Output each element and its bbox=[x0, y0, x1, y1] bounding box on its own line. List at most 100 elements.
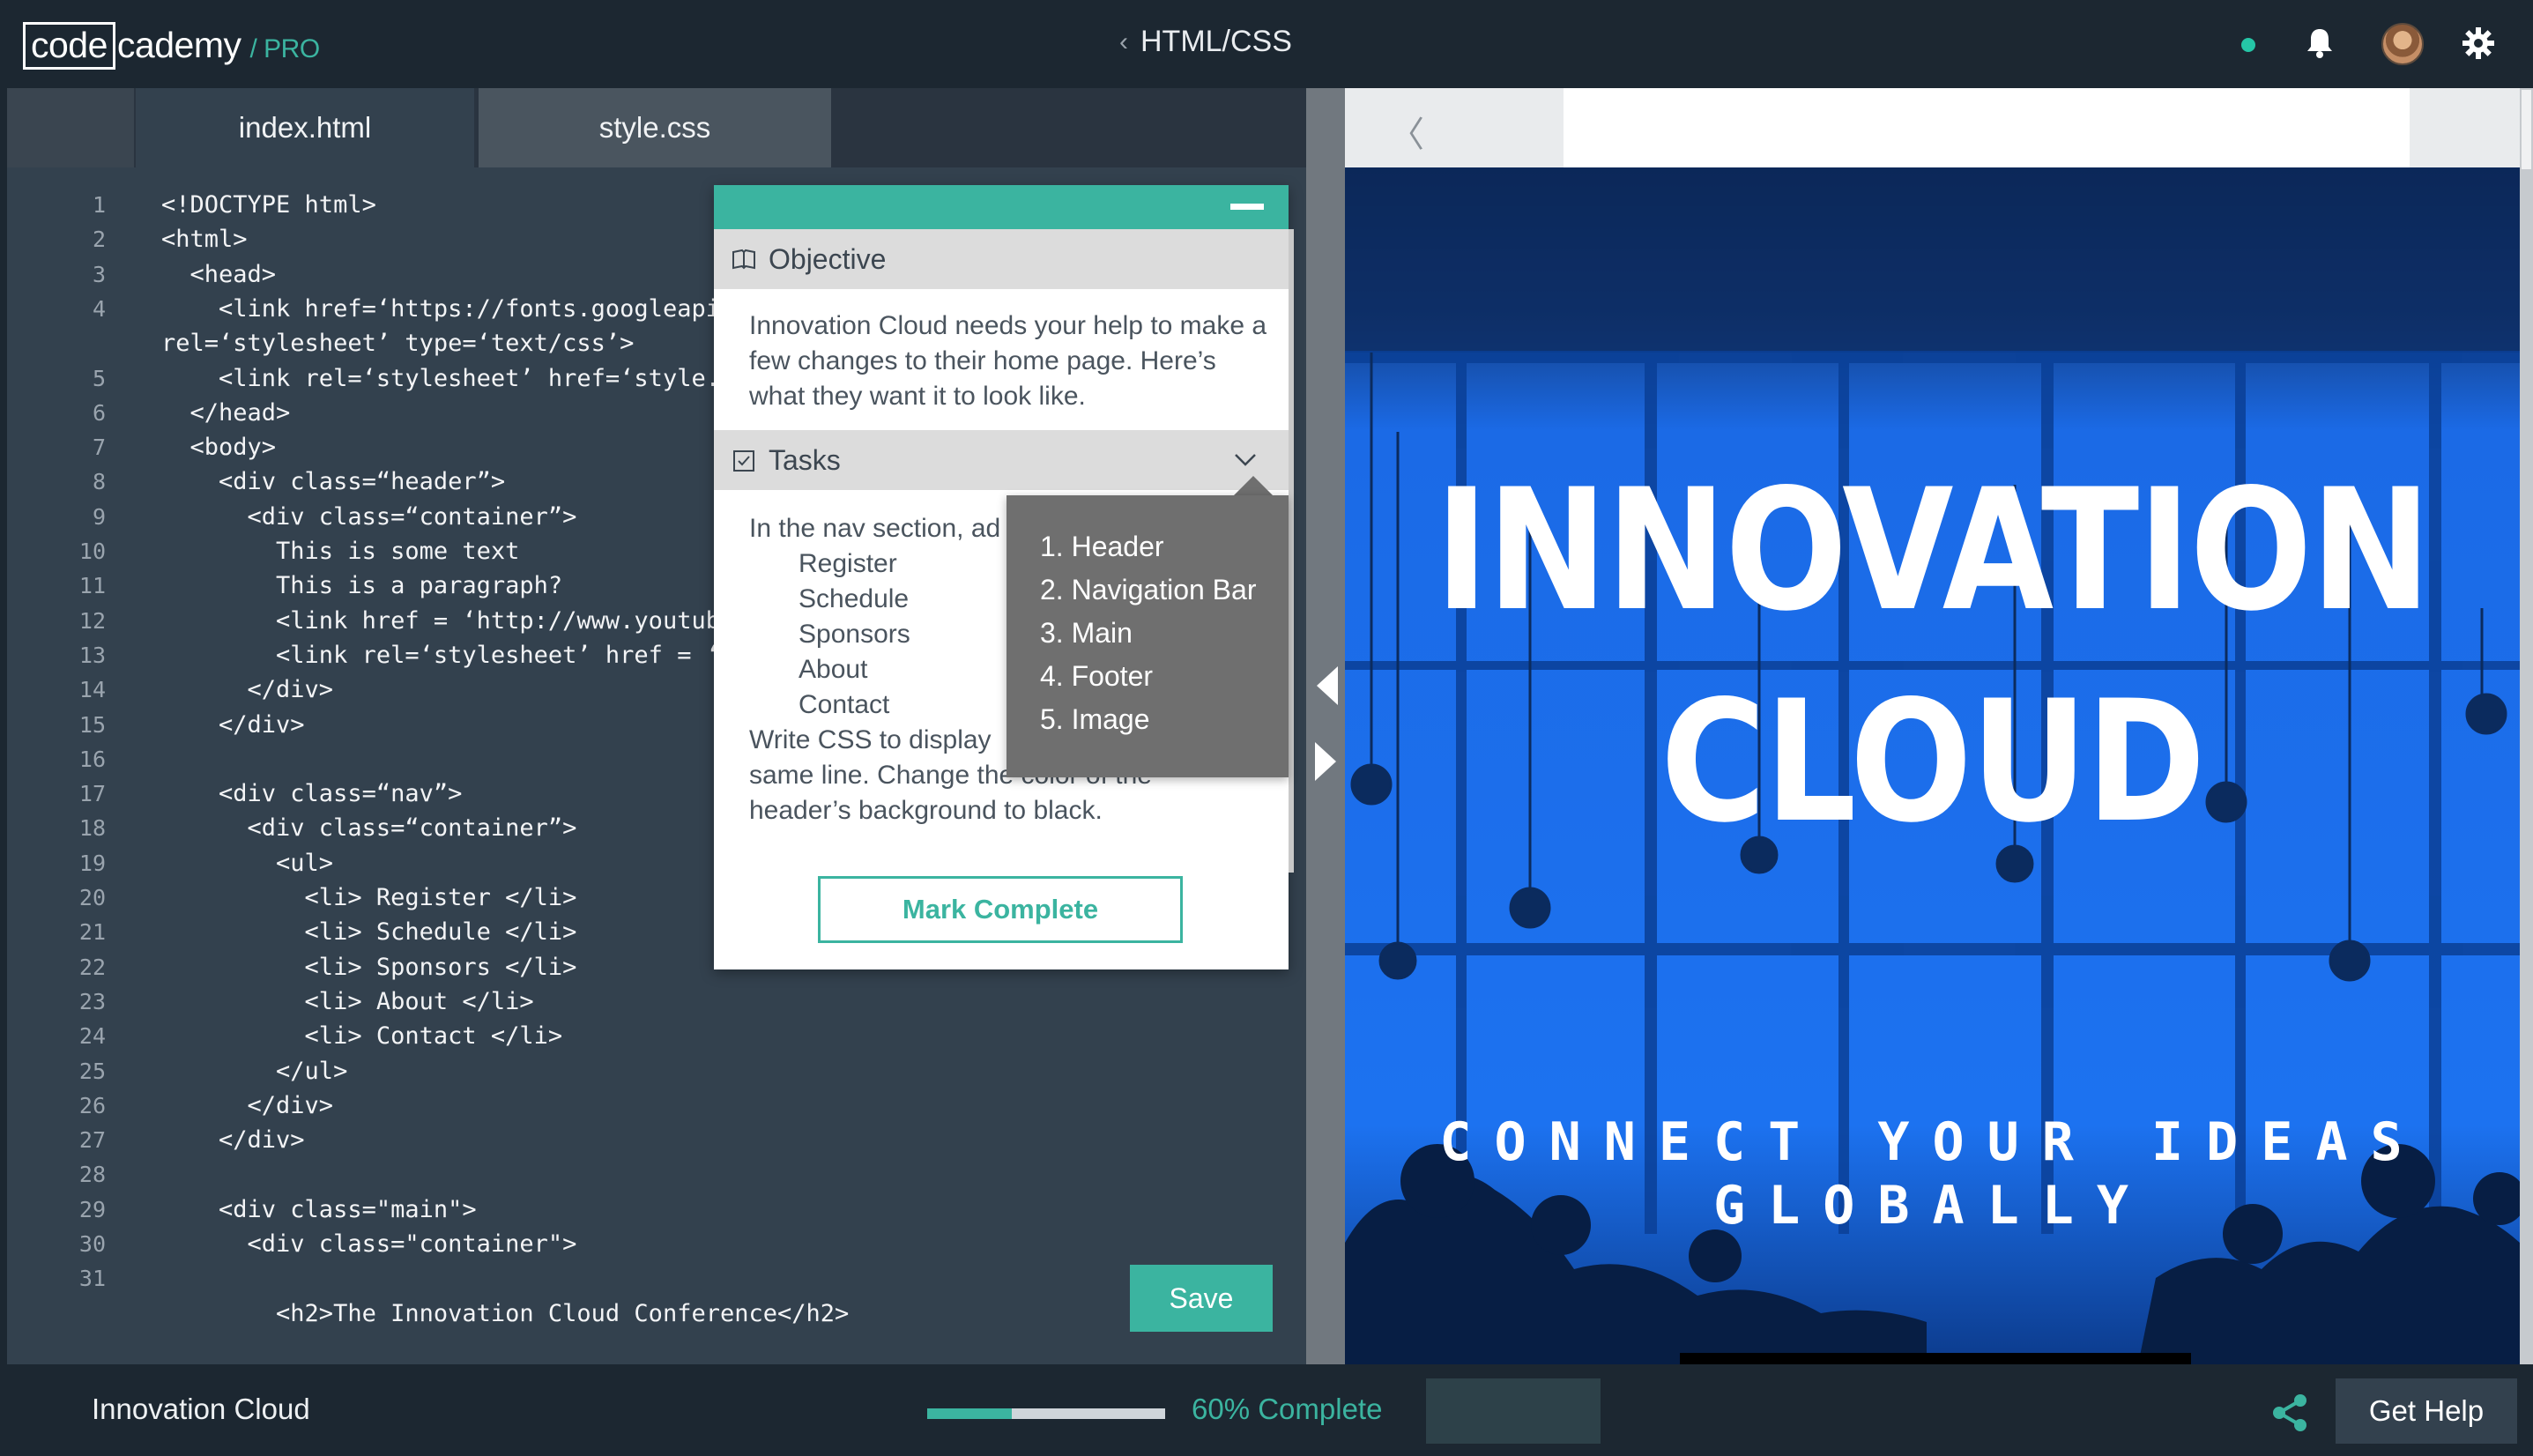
code-line[interactable]: 23 <li> About </li> bbox=[7, 986, 1306, 1018]
lesson-panel-header[interactable] bbox=[714, 185, 1289, 229]
tasks-section-header[interactable]: Tasks bbox=[714, 430, 1289, 490]
line-number bbox=[7, 1298, 106, 1330]
code-text: </head> bbox=[161, 398, 291, 427]
logo-pro-badge: / PRO bbox=[249, 33, 320, 63]
hero-title-line-2: CLOUD bbox=[1660, 665, 2206, 859]
line-number: 14 bbox=[78, 677, 106, 703]
code-line[interactable]: 31 bbox=[7, 1263, 1306, 1295]
dropdown-item-footer[interactable]: 4. Footer bbox=[1040, 655, 1289, 698]
line-number: 1 bbox=[92, 192, 106, 218]
line-number: 10 bbox=[78, 539, 106, 564]
line-number: 23 bbox=[78, 988, 106, 1014]
line-number: 6 bbox=[92, 399, 106, 426]
pane-splitter[interactable] bbox=[1306, 88, 1345, 1364]
bell-icon[interactable] bbox=[2302, 26, 2337, 61]
line-number: 9 bbox=[92, 503, 106, 530]
objective-label: Objective bbox=[769, 242, 887, 275]
save-button[interactable]: Save bbox=[1130, 1265, 1273, 1332]
line-number: 7 bbox=[92, 435, 106, 461]
codecademy-logo[interactable]: code cademy / PRO bbox=[23, 21, 320, 70]
code-text: <html> bbox=[161, 226, 248, 254]
progress-bar bbox=[927, 1408, 1165, 1419]
tab-index-html[interactable]: index.html bbox=[136, 88, 474, 167]
line-number: 26 bbox=[78, 1092, 106, 1118]
line-number: 2 bbox=[92, 227, 106, 253]
code-line[interactable]: 28 bbox=[7, 1159, 1306, 1191]
lesson-scrollbar[interactable] bbox=[1289, 229, 1294, 873]
line-number: 24 bbox=[78, 1023, 106, 1050]
tasks-dropdown-menu: 1. Header 2. Navigation Bar 3. Main 4. F… bbox=[1007, 495, 1289, 777]
preview-back-icon[interactable]: 〈 bbox=[1389, 106, 1424, 157]
code-line[interactable]: 29 <div class="main"> bbox=[7, 1194, 1306, 1226]
dropdown-item-header[interactable]: 1. Header bbox=[1040, 525, 1289, 568]
code-text: <div class="container"> bbox=[161, 1230, 577, 1258]
browser-preview: 〈 INNOVATION CLOUD CONNECT YOUR IDEAS GL… bbox=[1345, 88, 2520, 1364]
code-line[interactable]: 26 </div> bbox=[7, 1090, 1306, 1122]
code-text: <h2>The Innovation Cloud Conference</h2> bbox=[161, 1299, 850, 1327]
code-line[interactable]: 25 </ul> bbox=[7, 1056, 1306, 1088]
tasks-label: Tasks bbox=[769, 443, 841, 476]
code-line[interactable]: 27 </div> bbox=[7, 1125, 1306, 1156]
code-text: <ul> bbox=[161, 849, 334, 877]
hero-subtitle-line-1: CONNECT YOUR IDEAS bbox=[1439, 1111, 2425, 1173]
code-text: </ul> bbox=[161, 1057, 348, 1085]
objective-section-header[interactable]: Objective bbox=[714, 229, 1289, 289]
mark-complete-button[interactable]: Mark Complete bbox=[818, 876, 1183, 943]
line-number: 29 bbox=[78, 1196, 106, 1222]
online-status-dot bbox=[2241, 38, 2255, 52]
course-back-chevron-icon[interactable]: ‹ bbox=[1119, 27, 1128, 57]
line-number: 18 bbox=[78, 815, 106, 842]
line-number: 15 bbox=[78, 711, 106, 738]
code-text: <link rel=‘stylesheet’ href = ‘s bbox=[161, 641, 735, 669]
share-icon[interactable] bbox=[2270, 1393, 2311, 1433]
tab-style-css[interactable]: style.css bbox=[479, 88, 831, 167]
expand-right-arrow-icon[interactable] bbox=[1315, 742, 1336, 781]
code-text: This is a paragraph? bbox=[161, 572, 563, 600]
line-number: 16 bbox=[78, 746, 106, 772]
logo-code-box: code bbox=[23, 21, 115, 70]
course-title[interactable]: ‹ HTML/CSS bbox=[1119, 25, 1292, 59]
line-number: 28 bbox=[78, 1162, 106, 1188]
gear-icon[interactable] bbox=[2461, 26, 2496, 61]
code-text: </div> bbox=[161, 676, 334, 704]
tasks-outro-3: header’s background to black. bbox=[749, 796, 1103, 825]
code-line[interactable]: <h2>The Innovation Cloud Conference</h2> bbox=[7, 1298, 1306, 1330]
preview-scrollbar[interactable] bbox=[2520, 88, 2533, 1364]
file-tree-toggle[interactable] bbox=[7, 88, 134, 167]
book-icon bbox=[732, 249, 755, 270]
progress-fill bbox=[927, 1408, 1012, 1419]
code-line[interactable]: 24 <li> Contact </li> bbox=[7, 1021, 1306, 1052]
line-number: 25 bbox=[78, 1058, 106, 1084]
code-text: <li> Register </li> bbox=[161, 884, 577, 911]
collapse-left-arrow-icon[interactable] bbox=[1317, 666, 1338, 705]
preview-url-field[interactable] bbox=[1564, 88, 2410, 167]
chevron-down-icon[interactable] bbox=[1234, 453, 1257, 467]
bottom-bar: Innovation Cloud 60% Complete Get Help bbox=[0, 1364, 2533, 1456]
logo-cademy-text: cademy bbox=[116, 25, 241, 65]
code-text: </div> bbox=[161, 1091, 334, 1119]
code-text: rel=‘stylesheet’ type=‘text/css’> bbox=[161, 330, 635, 358]
checkbox-icon bbox=[733, 450, 754, 472]
line-number: 20 bbox=[78, 885, 106, 910]
code-text: </div> bbox=[161, 1126, 305, 1155]
next-button[interactable] bbox=[1426, 1378, 1601, 1444]
code-line[interactable]: 30 <div class="container"> bbox=[7, 1229, 1306, 1260]
code-text: </div> bbox=[161, 710, 305, 739]
line-number: 22 bbox=[78, 954, 106, 980]
code-text: <div class=“header”> bbox=[161, 468, 506, 496]
dropdown-item-navigation-bar[interactable]: 2. Navigation Bar bbox=[1040, 568, 1289, 612]
code-text: <li> Contact </li> bbox=[161, 1022, 563, 1051]
preview-scroll-thumb[interactable] bbox=[2522, 90, 2531, 169]
avatar[interactable] bbox=[2381, 23, 2424, 65]
dropdown-item-image[interactable]: 5. Image bbox=[1040, 698, 1289, 741]
progress-label: 60% Complete bbox=[1192, 1393, 1383, 1425]
line-number: 11 bbox=[78, 573, 106, 599]
project-name: Innovation Cloud bbox=[92, 1393, 310, 1425]
get-help-button[interactable]: Get Help bbox=[2336, 1378, 2517, 1444]
preview-browser-bar: 〈 bbox=[1345, 88, 2520, 167]
minimize-icon[interactable] bbox=[1230, 204, 1264, 210]
dropdown-caret bbox=[1234, 476, 1273, 495]
dropdown-item-main[interactable]: 3. Main bbox=[1040, 612, 1289, 655]
code-text: <link href=‘https://fonts.googleapis bbox=[161, 294, 735, 323]
hero-subtitle-line-2: GLOBALLY bbox=[1713, 1175, 2151, 1237]
